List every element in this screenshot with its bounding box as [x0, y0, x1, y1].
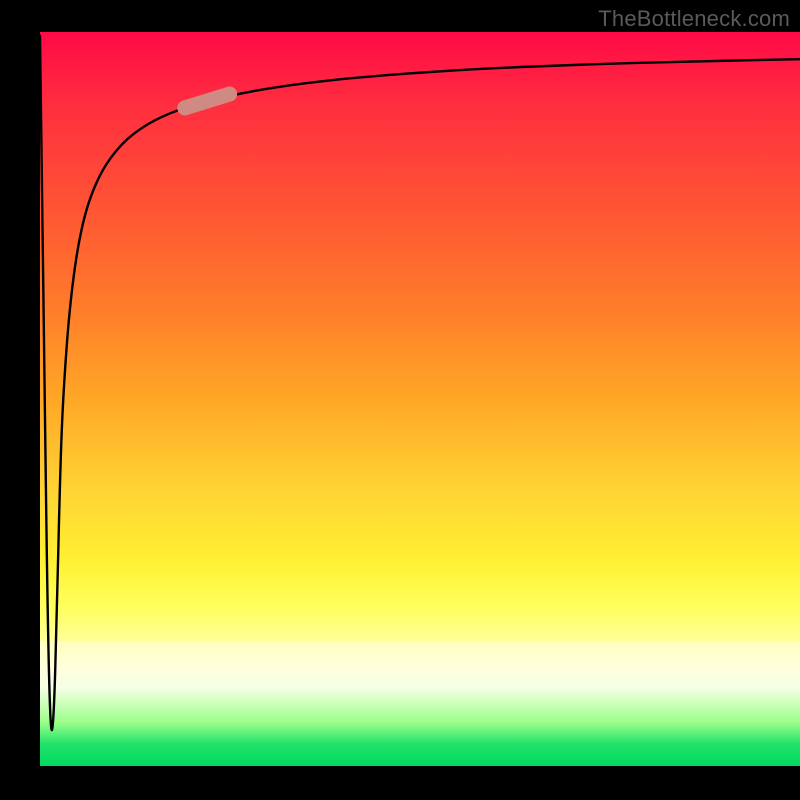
- plot-background-gradient: [40, 32, 800, 766]
- watermark-text: TheBottleneck.com: [598, 6, 790, 32]
